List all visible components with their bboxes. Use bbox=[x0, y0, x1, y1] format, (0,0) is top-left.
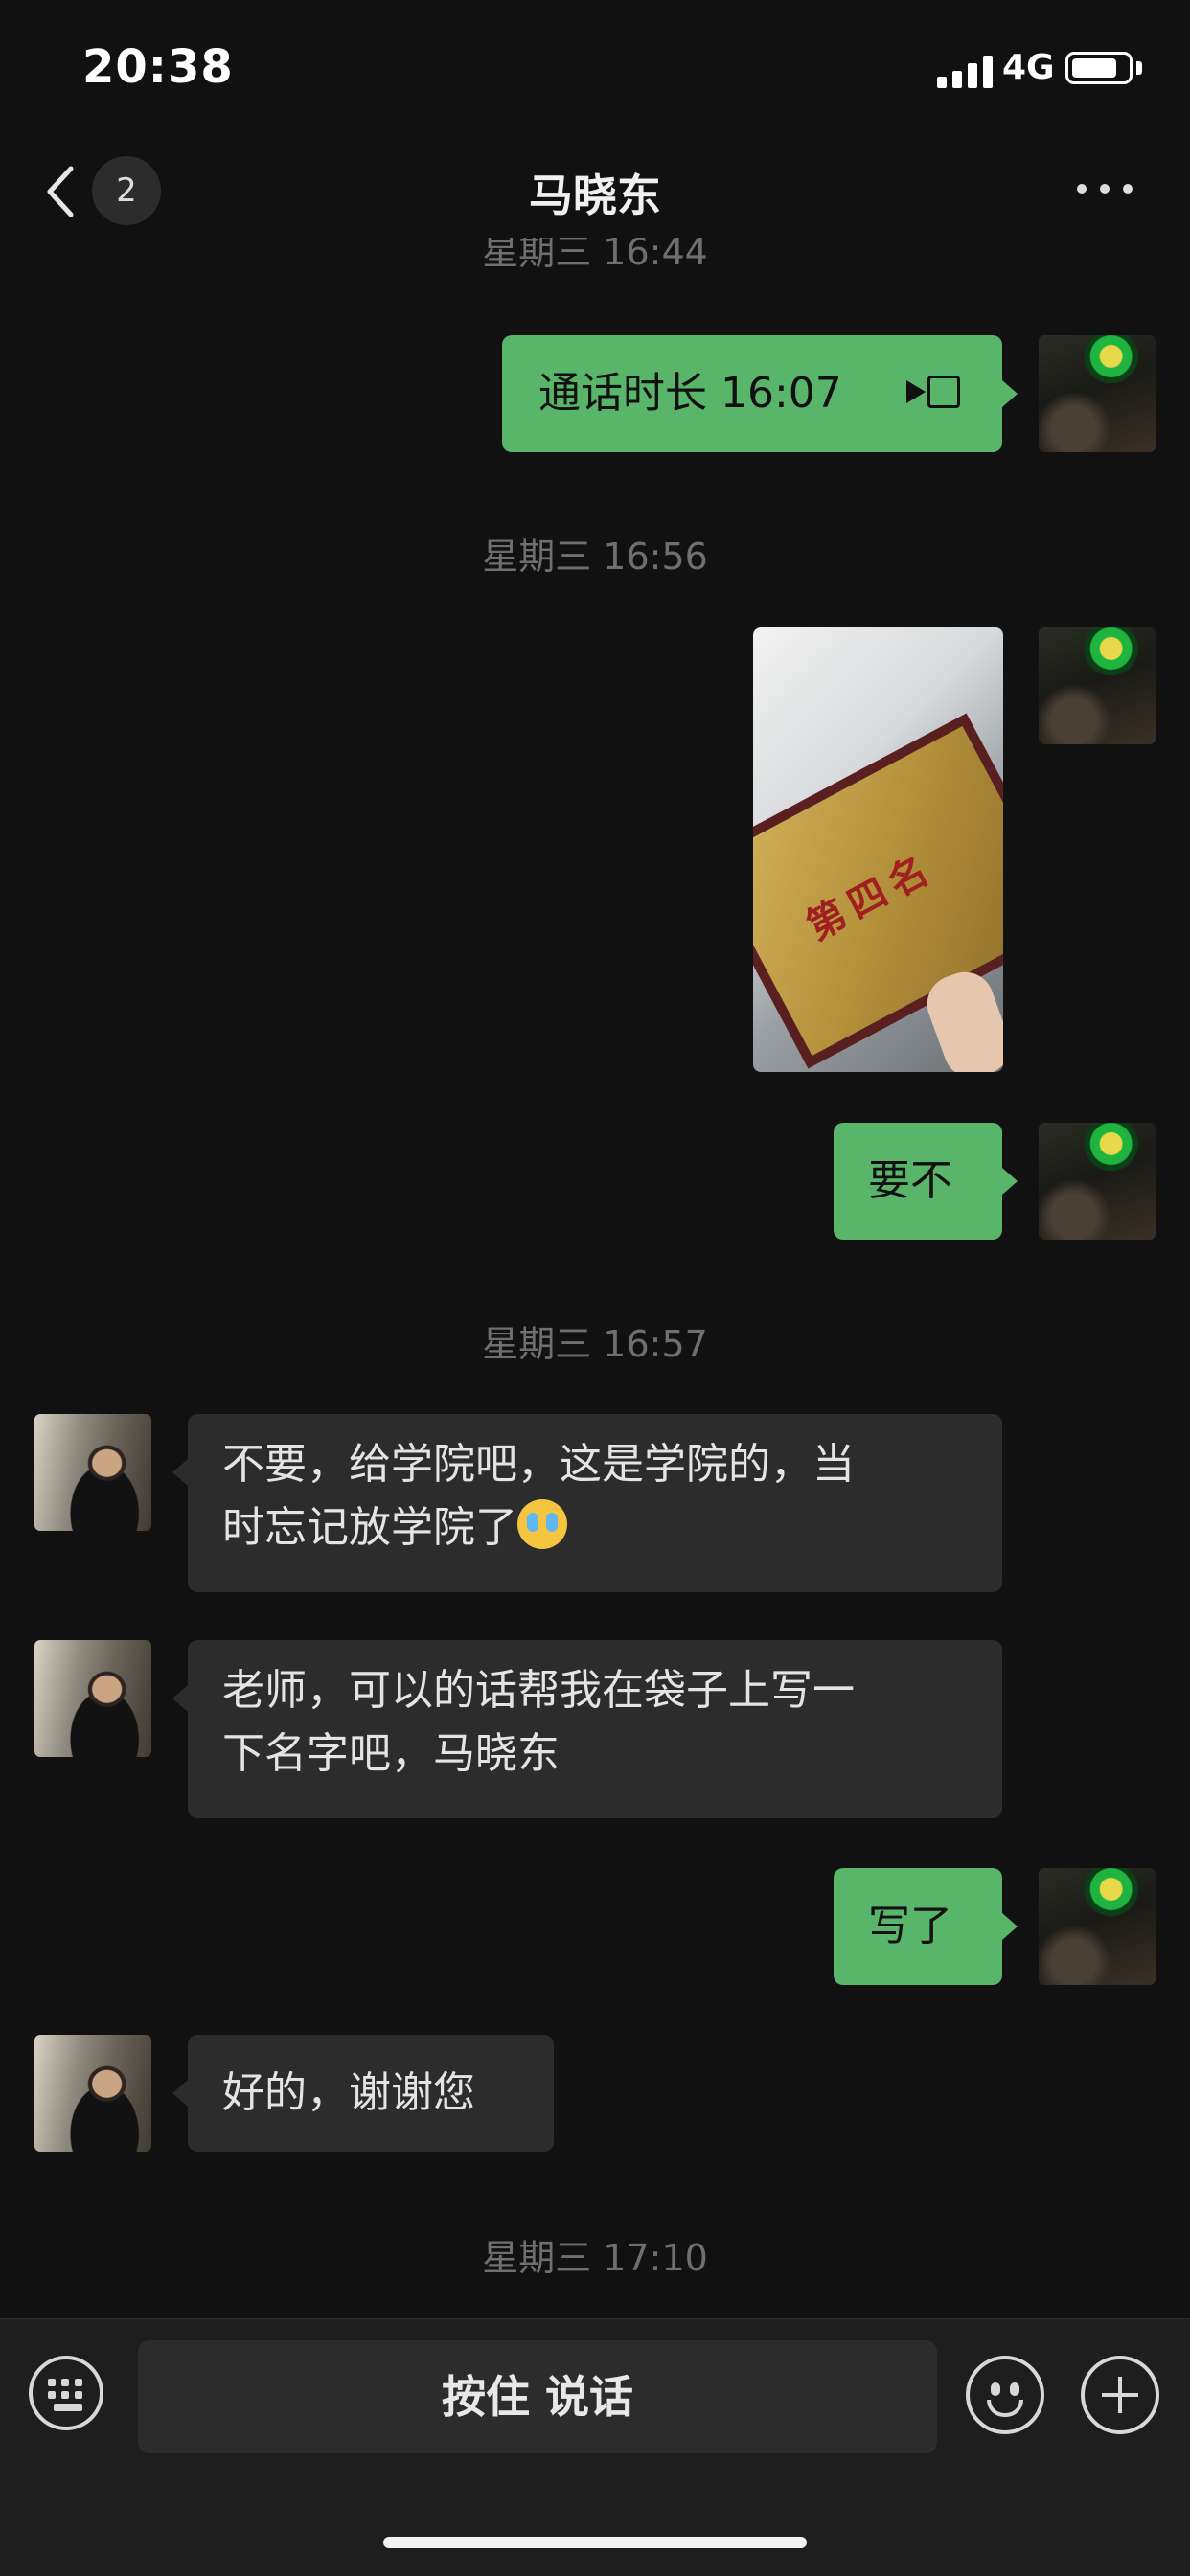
bubble-tail bbox=[1002, 380, 1018, 407]
crying-laughing-emoji-icon bbox=[517, 1499, 567, 1549]
contact-avatar[interactable] bbox=[34, 1640, 151, 1757]
plaque-caption: 第四名 bbox=[799, 845, 943, 949]
call-duration-bubble[interactable]: 通话时长 16:07 bbox=[502, 335, 1002, 452]
keyboard-toggle-button[interactable] bbox=[29, 2356, 103, 2430]
message-bubble[interactable]: 写了 bbox=[834, 1868, 1002, 1985]
contact-avatar[interactable] bbox=[34, 2035, 151, 2152]
cellular-signal-icon bbox=[937, 54, 995, 88]
chat-title: 马晓东 bbox=[529, 170, 661, 221]
bubble-tail bbox=[1002, 1913, 1018, 1940]
emoji-button[interactable] bbox=[966, 2356, 1044, 2434]
timestamp: 星期三 17:10 bbox=[482, 2237, 708, 2279]
bubble-tail bbox=[172, 1459, 188, 1486]
call-duration-text: 通话时长 16:07 bbox=[538, 369, 842, 418]
home-indicator[interactable] bbox=[383, 2537, 807, 2548]
message-text: 写了 bbox=[868, 1902, 952, 1950]
timestamp: 星期三 16:44 bbox=[482, 238, 708, 273]
message-text: 好的，谢谢您 bbox=[222, 2068, 475, 2117]
bubble-tail bbox=[172, 2080, 188, 2107]
bubble-tail bbox=[1002, 1168, 1018, 1195]
more-options-button[interactable] bbox=[1077, 174, 1144, 203]
message-text-line: 老师，可以的话帮我在袋子上写一 bbox=[222, 1666, 855, 1715]
award-plaque-photo[interactable]: 第四名 bbox=[753, 627, 1003, 1072]
battery-cap bbox=[1136, 61, 1142, 75]
my-avatar[interactable] bbox=[1039, 1868, 1156, 1985]
contact-avatar[interactable] bbox=[34, 1414, 151, 1531]
video-call-icon bbox=[904, 376, 964, 408]
message-bubble[interactable]: 不要，给学院吧，这是学院的，当 时忘记放学院了 bbox=[188, 1414, 1002, 1592]
bubble-tail bbox=[172, 1685, 188, 1712]
network-type: 4G bbox=[1002, 48, 1055, 87]
battery-icon bbox=[1065, 52, 1133, 84]
status-bar: 20:38 4G bbox=[0, 0, 1190, 144]
message-bubble[interactable]: 好的，谢谢您 bbox=[188, 2035, 554, 2152]
message-text-line: 不要，给学院吧，这是学院的，当 bbox=[222, 1440, 855, 1489]
my-avatar[interactable] bbox=[1039, 335, 1156, 452]
my-avatar[interactable] bbox=[1039, 1123, 1156, 1240]
timestamp: 星期三 16:56 bbox=[482, 536, 708, 578]
more-actions-plus-button[interactable] bbox=[1081, 2356, 1159, 2434]
status-time: 20:38 bbox=[82, 40, 234, 94]
message-bubble[interactable]: 要不 bbox=[834, 1123, 1002, 1240]
message-text-line: 时忘记放学院了 bbox=[222, 1503, 517, 1552]
hold-to-talk-button[interactable]: 按住 说话 bbox=[138, 2340, 937, 2453]
message-bubble[interactable]: 老师，可以的话帮我在袋子上写一 下名字吧，马晓东 bbox=[188, 1640, 1002, 1818]
timestamp: 星期三 16:57 bbox=[482, 1323, 708, 1365]
message-text: 要不 bbox=[868, 1156, 952, 1205]
message-text-line: 下名字吧，马晓东 bbox=[222, 1729, 560, 1778]
my-avatar[interactable] bbox=[1039, 627, 1156, 744]
